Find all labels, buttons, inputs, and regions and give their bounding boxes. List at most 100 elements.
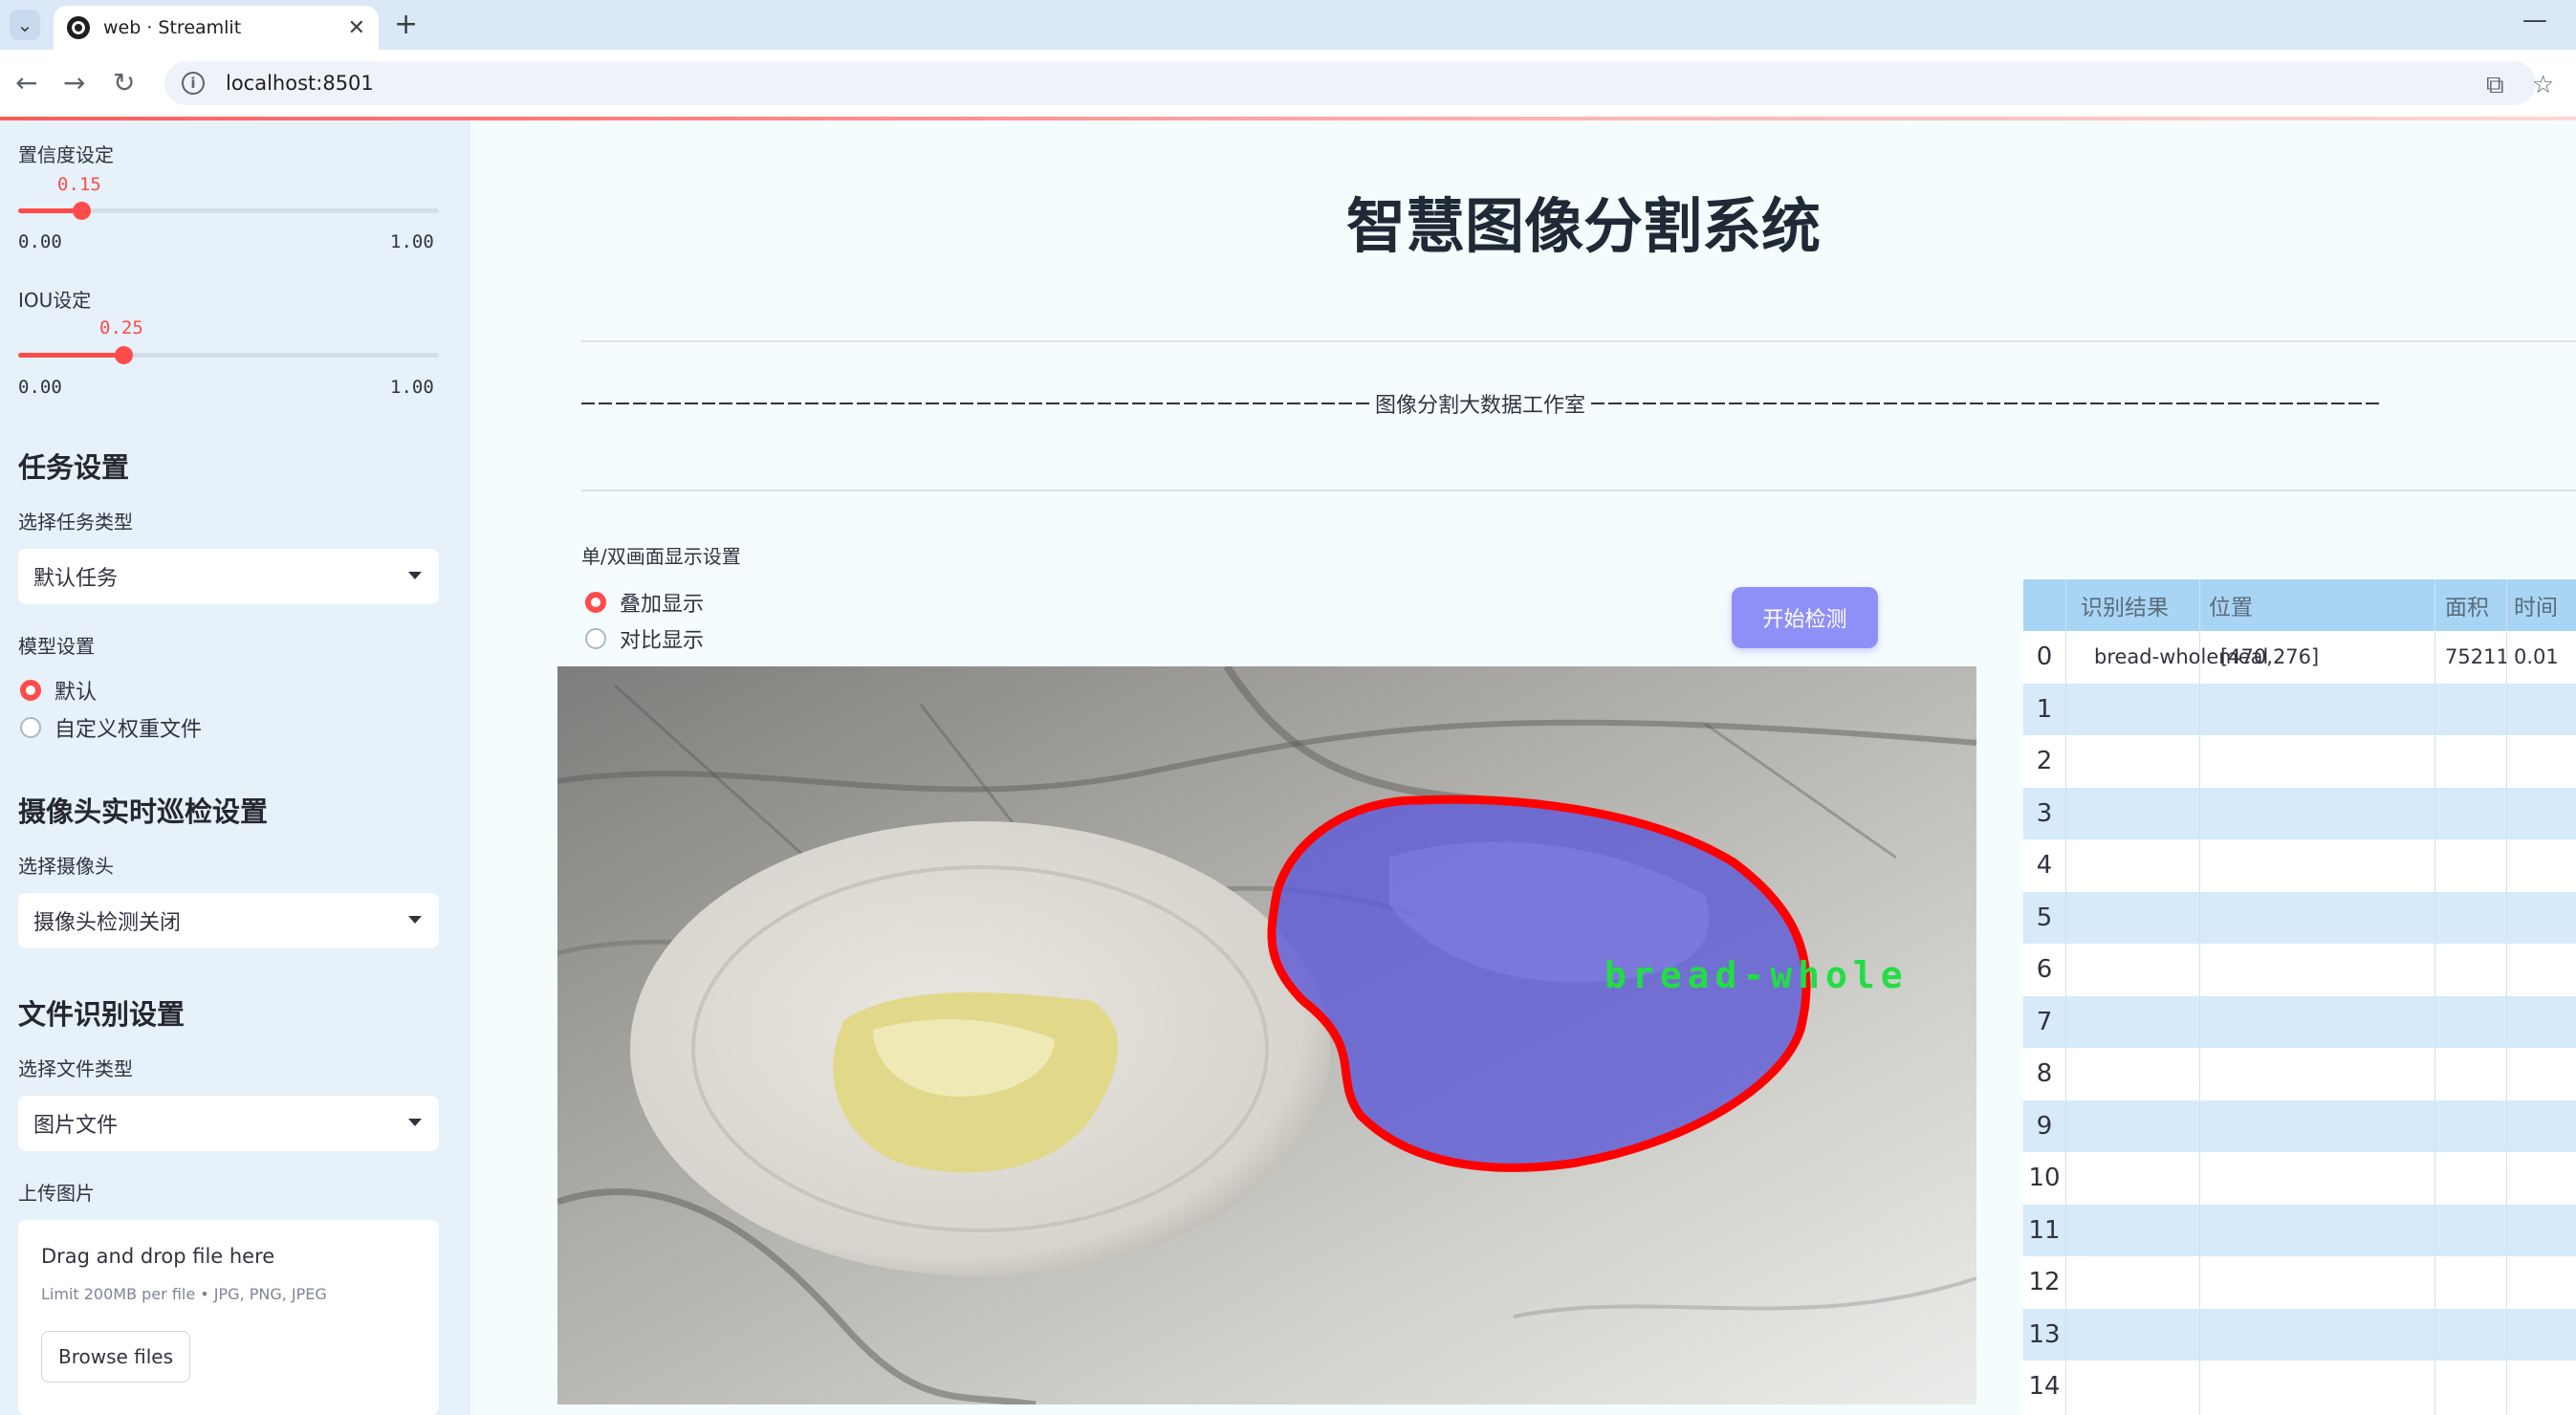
confidence-slider[interactable] [18, 202, 439, 220]
table-row[interactable]: 11 [2023, 1204, 2576, 1256]
table-row[interactable]: 14 [2023, 1361, 2576, 1413]
streamlit-favicon-icon [67, 16, 90, 39]
table-cell-position: [470,276] [2220, 645, 2320, 669]
row-index: 1 [2036, 694, 2053, 724]
table-row[interactable]: 7 [2023, 995, 2576, 1048]
row-index: 14 [2028, 1372, 2061, 1402]
table-row[interactable]: 13 [2023, 1308, 2576, 1361]
table-row[interactable]: 4 [2023, 839, 2576, 892]
studio-banner-text: 图像分割大数据工作室 [1375, 394, 1586, 418]
tab-search-icon[interactable]: ⌄ [10, 10, 40, 40]
dropzone-limit: Limit 200MB per file • JPG, PNG, JPEG [41, 1285, 327, 1303]
table-row[interactable]: 3 [2023, 787, 2576, 839]
model-option-label: 自定义权重文件 [55, 718, 203, 742]
radio-unselected-icon [585, 628, 606, 649]
table-column-header[interactable]: 识别结果 [2081, 579, 2169, 631]
browse-files-button[interactable]: Browse files [41, 1331, 190, 1382]
camera-settings-heading: 摄像头实时巡检设置 [18, 795, 269, 828]
table-row[interactable]: 12 [2023, 1256, 2576, 1309]
row-index: 12 [2028, 1268, 2061, 1297]
file-settings-heading: 文件识别设置 [18, 998, 186, 1031]
chevron-down-icon [408, 572, 422, 579]
confidence-slider-thumb[interactable] [73, 202, 91, 220]
display-radio-compare[interactable]: 对比显示 [585, 623, 704, 654]
table-row[interactable]: 8 [2023, 1048, 2576, 1100]
table-row[interactable]: 1 [2023, 683, 2576, 735]
task-type-label: 选择任务类型 [18, 511, 133, 533]
table-header-row: 识别结果 位置 面积 时间 [2023, 579, 2576, 631]
chevron-down-icon [408, 916, 422, 924]
file-type-select[interactable]: 图片文件 [18, 1096, 439, 1151]
studio-banner: 图像分割大数据工作室 [581, 388, 2379, 419]
detection-result-image: bread-whole [557, 666, 1976, 1404]
address-bar[interactable]: i localhost:8501 ⧉ ☆ [164, 61, 2554, 105]
new-tab-icon[interactable]: + [394, 8, 418, 42]
sidebar: 置信度设定 0.15 0.00 1.00 IOU设定 0.25 0.00 1.0… [0, 120, 470, 1415]
table-row[interactable]: 6 [2023, 944, 2576, 996]
translate-icon[interactable]: ⧉ [2486, 71, 2536, 100]
task-type-select[interactable]: 默认任务 [18, 549, 439, 604]
divider [581, 490, 2576, 491]
chevron-down-icon [408, 1119, 422, 1126]
file-type-label: 选择文件类型 [18, 1057, 133, 1080]
dash-line [581, 403, 1369, 404]
table-column-divider [2434, 579, 2435, 1415]
file-dropzone[interactable]: Drag and drop file here Limit 200MB per … [18, 1220, 439, 1415]
row-index: 3 [2036, 798, 2053, 828]
bookmark-star-icon[interactable]: ☆ [2532, 71, 2554, 99]
page-title: 智慧图像分割系统 [1345, 191, 1821, 261]
table-cell-area: 75211 [2445, 645, 2509, 669]
reload-icon[interactable]: ↻ [113, 66, 135, 100]
divider [581, 340, 2576, 342]
row-index: 2 [2036, 747, 2053, 776]
iou-max: 1.00 [390, 377, 434, 398]
dropzone-title: Drag and drop file here [41, 1245, 275, 1268]
browser-tab-bar: ⌄ web · Streamlit ✕ + — [0, 0, 2576, 50]
row-index: 5 [2036, 903, 2053, 932]
table-row[interactable]: 9 [2023, 1099, 2576, 1152]
display-option-label: 叠加显示 [620, 593, 705, 617]
task-settings-heading: 任务设置 [18, 451, 130, 484]
table-row[interactable]: 0 bread-wholemeal [470,276] 75211 0.01 [2023, 631, 2576, 684]
task-type-value: 默认任务 [33, 567, 119, 591]
table-column-header[interactable]: 位置 [2209, 579, 2253, 631]
display-radio-overlay[interactable]: 叠加显示 [585, 587, 704, 618]
radio-selected-icon [585, 592, 606, 613]
minimize-icon[interactable]: — [2522, 6, 2547, 34]
table-row[interactable]: 10 [2023, 1152, 2576, 1205]
table-row[interactable]: 5 [2023, 891, 2576, 944]
row-index: 7 [2036, 1007, 2053, 1036]
model-radio-default[interactable]: 默认 [20, 675, 97, 706]
row-index: 6 [2036, 955, 2053, 985]
camera-select[interactable]: 摄像头检测关闭 [18, 893, 439, 948]
table-column-divider [2506, 579, 2507, 1415]
row-index: 9 [2036, 1111, 2053, 1141]
camera-select-label: 选择摄像头 [18, 855, 114, 878]
upload-label: 上传图片 [18, 1182, 95, 1205]
main-content: 智慧图像分割系统 图像分割大数据工作室 单/双画面显示设置 叠加显示 对比显示 … [470, 120, 2576, 1415]
confidence-min: 0.00 [18, 231, 62, 252]
confidence-max: 1.00 [390, 231, 434, 252]
table-column-header[interactable]: 时间 [2514, 579, 2558, 631]
back-arrow-icon[interactable]: ← [15, 66, 37, 100]
model-settings-label: 模型设置 [18, 635, 95, 658]
browser-toolbar: ← → ↻ i localhost:8501 ⧉ ☆ [0, 50, 2576, 117]
display-mode-label: 单/双画面显示设置 [581, 545, 741, 568]
display-option-label: 对比显示 [620, 629, 705, 653]
table-column-header[interactable]: 面积 [2445, 579, 2489, 631]
url-text: localhost:8501 [226, 72, 374, 95]
forward-arrow-icon[interactable]: → [63, 66, 85, 100]
results-table[interactable]: 识别结果 位置 面积 时间 0 bread-wholemeal [470,276] 75211… [2023, 579, 2576, 1415]
close-icon[interactable]: ✕ [348, 16, 365, 40]
start-detection-button[interactable]: 开始检测 [1732, 587, 1878, 648]
iou-min: 0.00 [18, 377, 62, 398]
browser-tab[interactable]: web · Streamlit ✕ [54, 6, 379, 50]
model-radio-custom[interactable]: 自定义权重文件 [20, 712, 202, 743]
iou-slider-thumb[interactable] [115, 346, 133, 364]
table-column-divider [2065, 579, 2066, 1415]
table-cell-time: 0.01 [2514, 645, 2559, 669]
table-row[interactable]: 2 [2023, 735, 2576, 788]
site-info-icon[interactable]: i [182, 72, 205, 95]
dash-line [1591, 403, 2379, 404]
iou-slider[interactable] [18, 346, 439, 364]
